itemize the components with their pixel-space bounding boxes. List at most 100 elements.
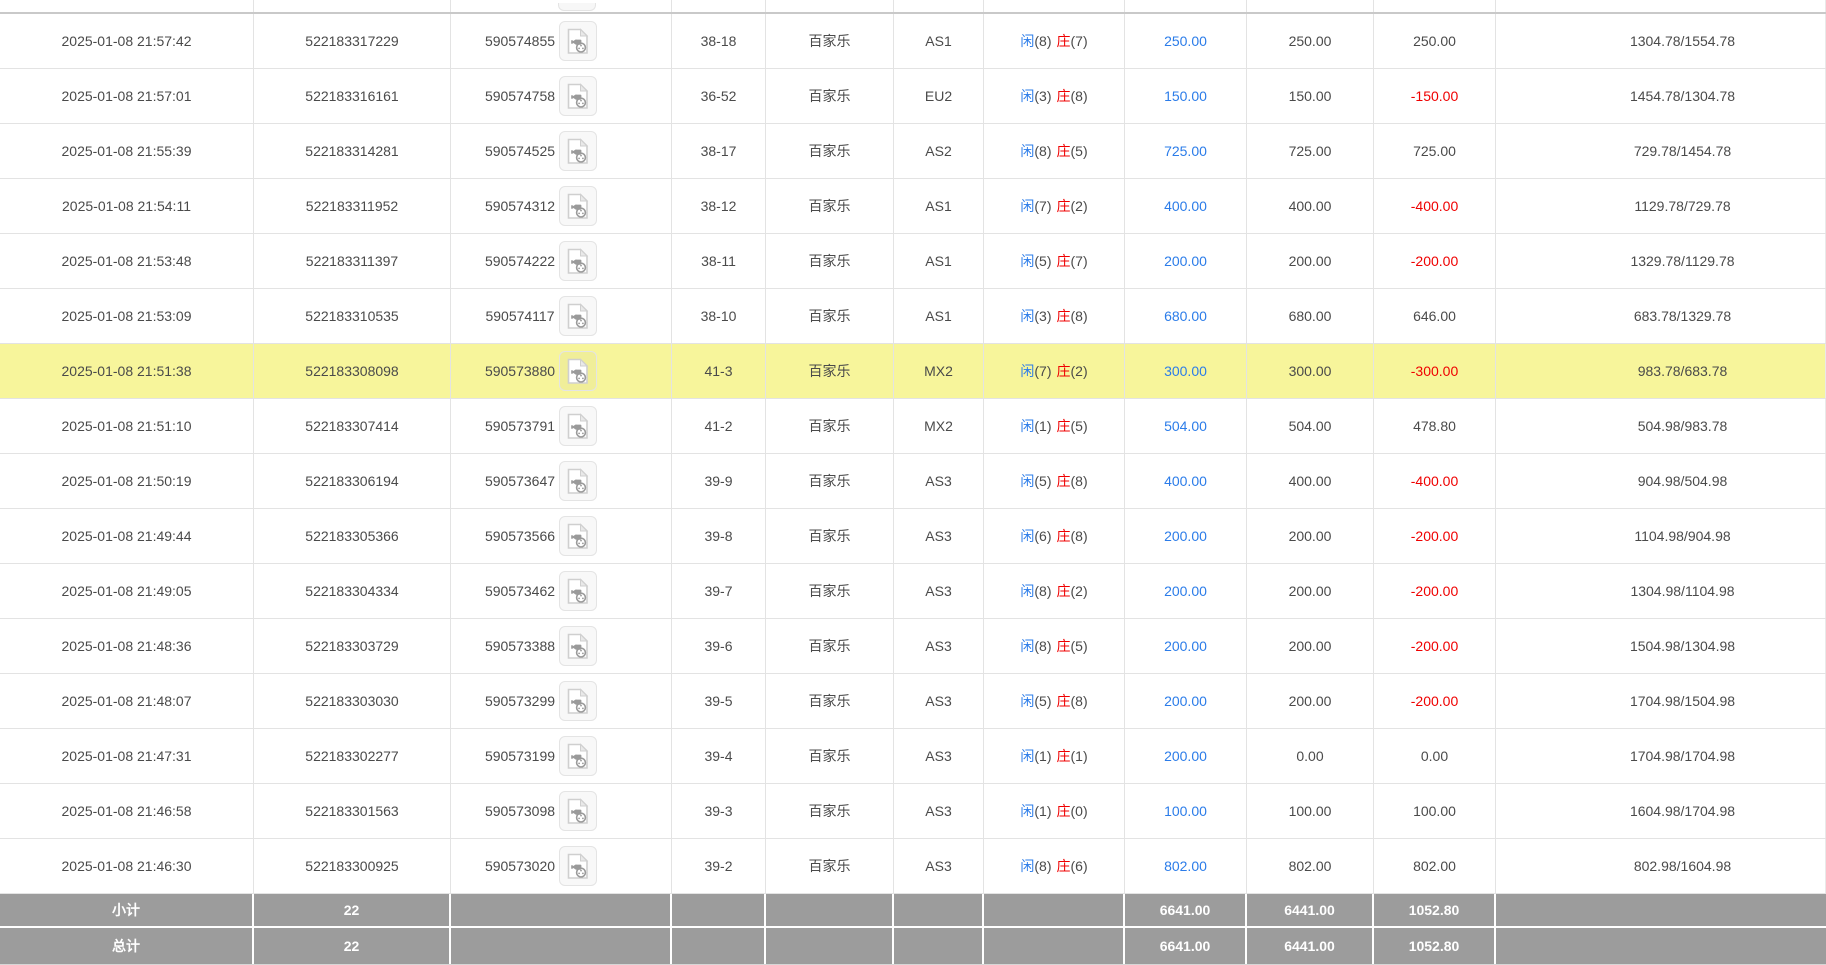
- video-icon[interactable]: [559, 406, 597, 446]
- video-icon[interactable]: [559, 241, 597, 281]
- video-icon[interactable]: [559, 736, 597, 776]
- table-row[interactable]: 2025-01-08 21:48:36522183303729590573388…: [0, 619, 1826, 674]
- player-result: 闲(5): [1020, 691, 1051, 711]
- video-icon: [558, 3, 596, 11]
- player-result: 闲(6): [1020, 526, 1051, 546]
- win-loss: 0.00: [1374, 729, 1496, 783]
- order-number: 522183305366: [254, 509, 451, 563]
- video-icon[interactable]: [559, 76, 597, 116]
- table-row[interactable]: 2025-01-08 21:51:10522183307414590573791…: [0, 399, 1826, 454]
- game-number: 590574117: [485, 308, 554, 324]
- player-score: (1): [1034, 748, 1051, 764]
- video-icon[interactable]: [559, 461, 597, 501]
- order-number: 522183306194: [254, 454, 451, 508]
- subtotal-count: 22: [254, 894, 451, 926]
- video-icon[interactable]: [559, 791, 597, 831]
- game-number-cell: 590573791: [451, 399, 672, 453]
- player-score: (6): [1034, 528, 1051, 544]
- video-icon[interactable]: [559, 296, 597, 336]
- video-icon[interactable]: [559, 131, 597, 171]
- game-number: 590574525: [485, 143, 555, 159]
- table-row[interactable]: 2025-01-08 21:55:39522183314281590574525…: [0, 124, 1826, 179]
- video-icon[interactable]: [559, 571, 597, 611]
- game-number-group: 590573462: [485, 571, 597, 611]
- game-result: 闲(7)庄(2): [984, 179, 1125, 233]
- player-label: 闲: [1020, 253, 1034, 269]
- table-row[interactable]: 2025-01-08 21:48:07522183303030590573299…: [0, 674, 1826, 729]
- video-icon[interactable]: [559, 846, 597, 886]
- game-number-group: 590573880: [485, 351, 597, 391]
- table-row-highlighted[interactable]: 2025-01-08 21:51:38522183308098590573880…: [0, 344, 1826, 399]
- table-row[interactable]: 2025-01-08 21:57:01522183316161590574758…: [0, 69, 1826, 124]
- banker-result: 庄(2): [1057, 196, 1088, 216]
- player-score: (8): [1034, 583, 1051, 599]
- game-type: 百家乐: [766, 454, 894, 508]
- order-number: 522183303729: [254, 619, 451, 673]
- game-result: 闲(5)庄(8): [984, 674, 1125, 728]
- table-row[interactable]: 2025-01-08 21:47:31522183302277590573199…: [0, 729, 1826, 784]
- balance: 1504.98/1304.98: [1496, 619, 1826, 673]
- bet-amount: 200.00: [1125, 674, 1247, 728]
- game-number-group: 590574758: [485, 76, 597, 116]
- bet-amount: 200.00: [1125, 619, 1247, 673]
- table-row[interactable]: 2025-01-08 21:50:19522183306194590573647…: [0, 454, 1826, 509]
- bet-amount: 200.00: [1125, 729, 1247, 783]
- bet-amount: 250.00: [1125, 14, 1247, 68]
- video-icon[interactable]: [559, 351, 597, 391]
- win-loss: -200.00: [1374, 234, 1496, 288]
- game-number: 590573020: [485, 858, 555, 874]
- game-number-cell: 590574758: [451, 69, 672, 123]
- game-number-group: 590573098: [485, 791, 597, 831]
- bet-amount: 802.00: [1125, 839, 1247, 893]
- table-row[interactable]: 2025-01-08 21:53:48522183311397590574222…: [0, 234, 1826, 289]
- game-type: 百家乐: [766, 564, 894, 618]
- table-row[interactable]: 2025-01-08 21:49:05522183304334590573462…: [0, 564, 1826, 619]
- game-result: 闲(5)庄(7): [984, 234, 1125, 288]
- total-count: 22: [254, 928, 451, 964]
- banker-score: (0): [1071, 803, 1088, 819]
- player-label: 闲: [1020, 33, 1034, 49]
- bet-time: 2025-01-08 21:46:58: [0, 784, 254, 838]
- banker-result: 庄(2): [1057, 581, 1088, 601]
- game-number-cell: 590573462: [451, 564, 672, 618]
- order-number: 522183304334: [254, 564, 451, 618]
- balance: 1304.78/1554.78: [1496, 14, 1826, 68]
- table-row[interactable]: 2025-01-08 21:46:58522183301563590573098…: [0, 784, 1826, 839]
- order-number: 522183308098: [254, 344, 451, 398]
- subtotal-label: 小计: [0, 894, 254, 926]
- game-result: 闲(1)庄(0): [984, 784, 1125, 838]
- subtotal-row: 小计 22 6641.00 6441.00 1052.80: [0, 894, 1826, 926]
- game-type: 百家乐: [766, 124, 894, 178]
- banker-result: 庄(1): [1057, 746, 1088, 766]
- bet-amount: 300.00: [1125, 344, 1247, 398]
- table-row[interactable]: 2025-01-08 21:54:11522183311952590574312…: [0, 179, 1826, 234]
- bet-amount: 504.00: [1125, 399, 1247, 453]
- win-loss: 802.00: [1374, 839, 1496, 893]
- bet-time: 2025-01-08 21:53:09: [0, 289, 254, 343]
- banker-label: 庄: [1057, 418, 1071, 434]
- video-icon[interactable]: [559, 186, 597, 226]
- valid-amount: 250.00: [1247, 14, 1374, 68]
- order-number: 522183311397: [254, 234, 451, 288]
- table-row[interactable]: 2025-01-08 21:57:42522183317229590574855…: [0, 14, 1826, 69]
- table-code: AS2: [894, 124, 984, 178]
- video-icon[interactable]: [559, 516, 597, 556]
- game-number-cell: 590574117: [451, 289, 672, 343]
- banker-label: 庄: [1057, 748, 1071, 764]
- banker-score: (7): [1071, 33, 1088, 49]
- table-row[interactable]: 2025-01-08 21:53:09522183310535590574117…: [0, 289, 1826, 344]
- game-number-group: 590573388: [485, 626, 597, 666]
- player-label: 闲: [1020, 638, 1034, 654]
- banker-result: 庄(2): [1057, 361, 1088, 381]
- table-row[interactable]: 2025-01-08 21:49:44522183305366590573566…: [0, 509, 1826, 564]
- player-result: 闲(8): [1020, 636, 1051, 656]
- game-number: 590573299: [485, 693, 555, 709]
- bet-amount: 400.00: [1125, 179, 1247, 233]
- video-icon[interactable]: [559, 21, 597, 61]
- bet-time: 2025-01-08 21:46:30: [0, 839, 254, 893]
- video-icon[interactable]: [559, 626, 597, 666]
- table-row[interactable]: 2025-01-08 21:46:30522183300925590573020…: [0, 839, 1826, 894]
- player-result: 闲(1): [1020, 746, 1051, 766]
- banker-label: 庄: [1057, 253, 1071, 269]
- video-icon[interactable]: [559, 681, 597, 721]
